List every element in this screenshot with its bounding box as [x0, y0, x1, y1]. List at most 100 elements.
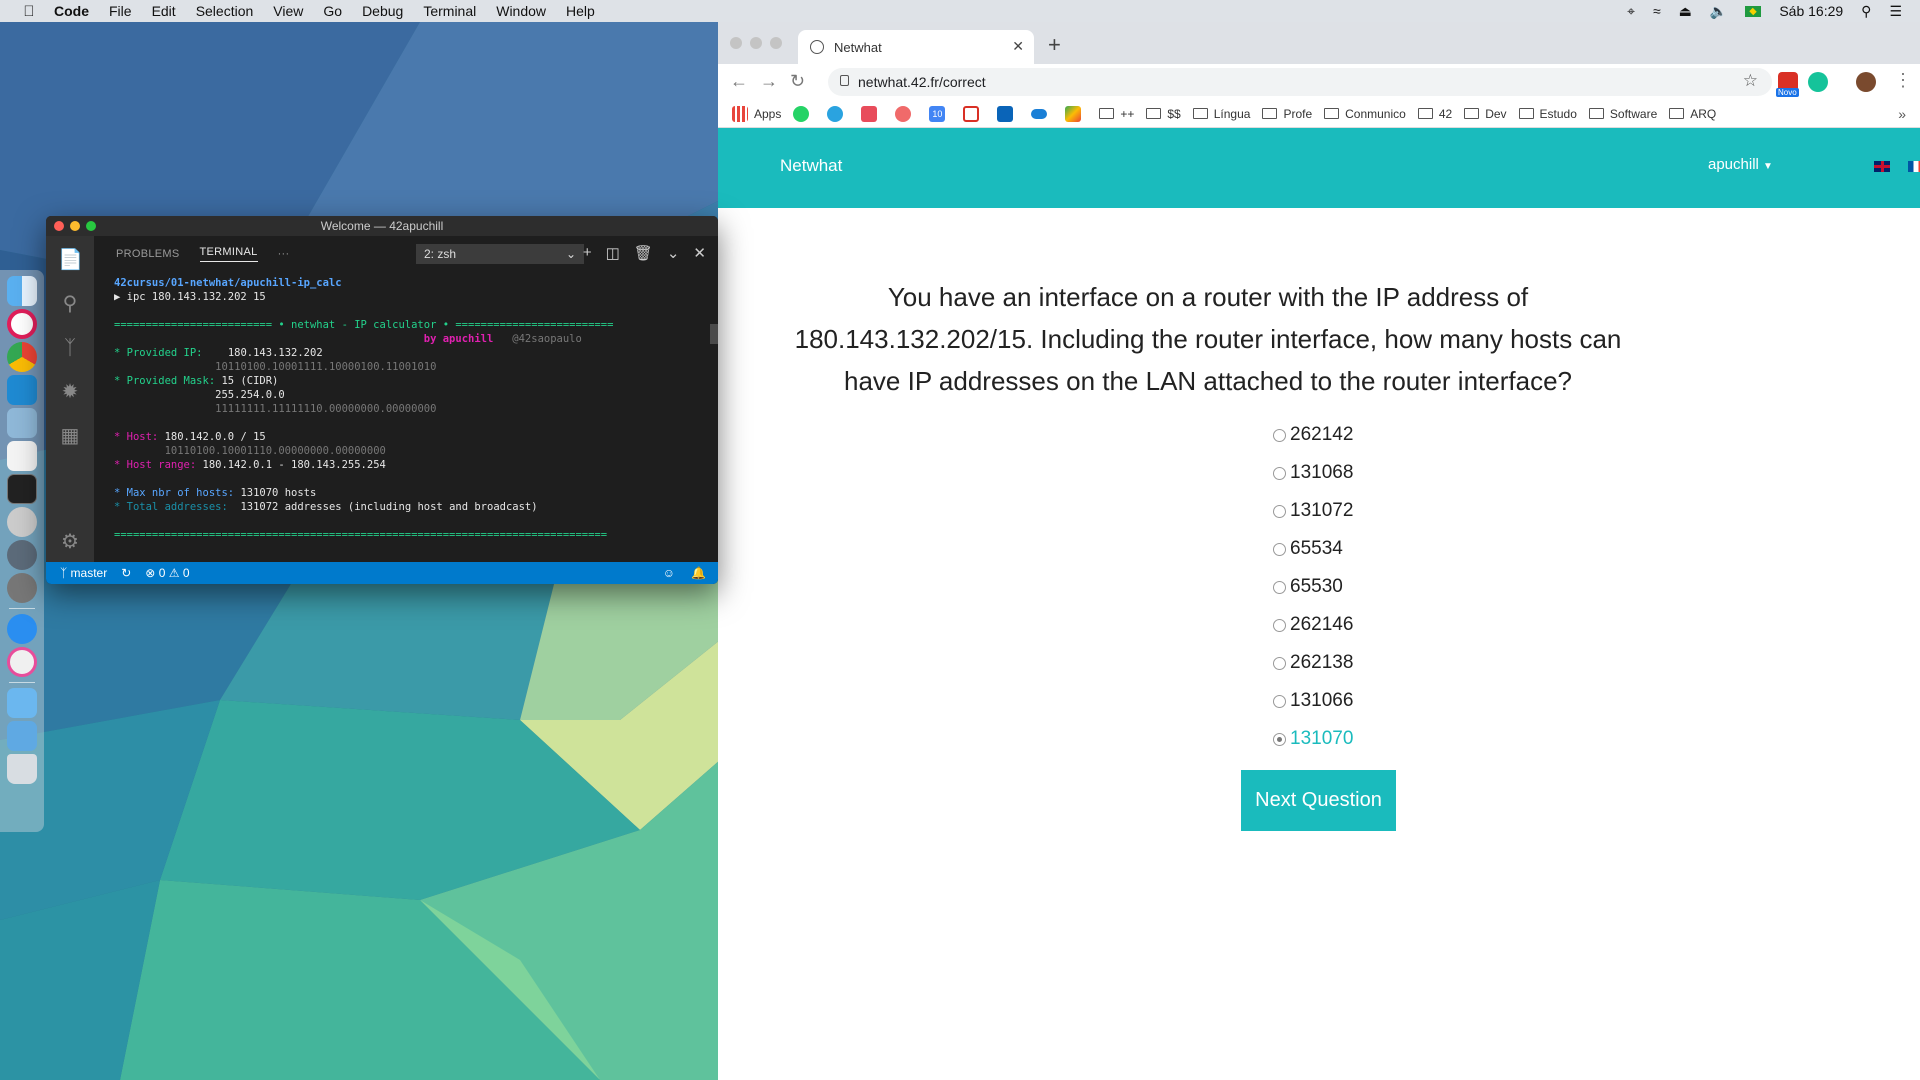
bookmark-gmail[interactable]: [963, 105, 985, 122]
terminal-scrollbar[interactable]: [710, 324, 718, 344]
chrome-icon[interactable]: [7, 342, 37, 372]
bookmark-play[interactable]: [1065, 105, 1087, 122]
menu-help[interactable]: Help: [566, 3, 595, 19]
bookmark-star-icon[interactable]: ☆: [1743, 71, 1758, 91]
preview-icon[interactable]: [7, 408, 37, 438]
bookmark-folder-dev[interactable]: Dev: [1464, 107, 1507, 121]
bookmark-folder-plusplus[interactable]: ++: [1099, 107, 1134, 121]
minimize-window-icon[interactable]: [750, 37, 762, 49]
trash-icon[interactable]: [7, 754, 37, 784]
source-control-icon[interactable]: ᛉ: [58, 336, 82, 360]
menu-edit[interactable]: Edit: [152, 3, 176, 19]
explorer-icon[interactable]: 📄: [58, 248, 83, 272]
bookmark-onedrive[interactable]: [1031, 108, 1053, 119]
menu-view[interactable]: View: [273, 3, 303, 19]
wifi-icon[interactable]: ≈: [1653, 3, 1661, 19]
close-window-icon[interactable]: [730, 37, 742, 49]
bookmark-folder-software[interactable]: Software: [1588, 107, 1657, 121]
finder-icon[interactable]: [7, 276, 37, 306]
menu-file[interactable]: File: [109, 3, 132, 19]
menu-app-name[interactable]: Code: [54, 3, 89, 19]
answer-radio[interactable]: [1273, 618, 1286, 632]
folder-icon[interactable]: [7, 688, 37, 718]
answer-radio[interactable]: [1273, 428, 1286, 442]
system-preferences-icon[interactable]: [7, 573, 37, 603]
forward-arrow-icon[interactable]: →: [760, 71, 778, 92]
bookmark-apps[interactable]: Apps: [732, 105, 781, 122]
answer-option[interactable]: 262138: [1273, 644, 1353, 682]
bookmark-whatsapp[interactable]: [793, 105, 815, 122]
bookmark-folder-profe[interactable]: Profe: [1262, 107, 1312, 121]
maximize-panel-icon[interactable]: ⌄: [667, 244, 680, 262]
tab-more[interactable]: ···: [278, 248, 290, 260]
network-icon[interactable]: ⌖: [1627, 3, 1635, 20]
answer-option[interactable]: 131068: [1273, 454, 1353, 492]
terminal-output[interactable]: 42cursus/01-netwhat/apuchill-ip_calc ▶ i…: [114, 276, 690, 542]
bookmark-folder-estudo[interactable]: Estudo: [1518, 107, 1577, 121]
maximize-window-icon[interactable]: [86, 221, 96, 231]
problems-status[interactable]: ⊗ 0 ⚠ 0: [145, 566, 189, 580]
bookmark-red-shield[interactable]: [861, 105, 883, 122]
sync-icon[interactable]: ↻: [121, 566, 131, 580]
answer-option[interactable]: 65534: [1273, 530, 1353, 568]
bookmark-folder-arq[interactable]: ARQ: [1669, 107, 1716, 121]
answer-radio[interactable]: [1273, 466, 1286, 480]
next-question-button[interactable]: Next Question: [1241, 770, 1396, 831]
safari-icon[interactable]: [7, 614, 37, 644]
bookmark-folder-dollars[interactable]: $$: [1146, 107, 1181, 121]
kill-terminal-icon[interactable]: 🗑: [634, 244, 653, 262]
launchpad-icon[interactable]: [7, 540, 37, 570]
manage-gear-icon[interactable]: ⚙: [58, 530, 82, 554]
answer-radio[interactable]: [1273, 542, 1286, 556]
menu-debug[interactable]: Debug: [362, 3, 403, 19]
menu-selection[interactable]: Selection: [196, 3, 254, 19]
search-icon[interactable]: ⚲: [58, 292, 82, 316]
answer-option[interactable]: 131072: [1273, 492, 1353, 530]
menu-go[interactable]: Go: [323, 3, 342, 19]
answer-radio[interactable]: [1273, 732, 1286, 746]
textedit-icon[interactable]: [7, 441, 37, 471]
folder-icon[interactable]: [7, 721, 37, 751]
back-arrow-icon[interactable]: ←: [730, 71, 748, 92]
flag-france-icon[interactable]: [1908, 161, 1920, 172]
eject-icon[interactable]: ⏏: [1679, 3, 1692, 20]
notifications-bell-icon[interactable]: 🔔: [691, 566, 706, 580]
branch-status[interactable]: ᛉ master: [60, 566, 107, 580]
address-bar[interactable]: netwhat.42.fr/correct ☆: [828, 68, 1772, 96]
close-panel-icon[interactable]: ✕: [693, 244, 706, 262]
itunes-icon[interactable]: [7, 647, 37, 677]
answer-option[interactable]: 131066: [1273, 682, 1353, 720]
bookmark-telegram[interactable]: [827, 105, 849, 122]
menu-clock[interactable]: Sáb 16:29: [1779, 3, 1843, 19]
grammarly-icon[interactable]: [1808, 72, 1828, 92]
reload-icon[interactable]: ↻: [790, 71, 805, 92]
tab-terminal[interactable]: TERMINAL: [199, 246, 258, 262]
tab-problems[interactable]: PROBLEMS: [116, 248, 180, 260]
debug-icon[interactable]: ✹: [58, 380, 82, 404]
volume-icon[interactable]: 🔈: [1710, 3, 1727, 20]
vscode-icon[interactable]: [7, 375, 37, 405]
answer-radio[interactable]: [1273, 580, 1286, 594]
bookmark-calendar[interactable]: 10: [929, 105, 951, 122]
new-terminal-icon[interactable]: +: [583, 244, 592, 262]
menu-terminal[interactable]: Terminal: [423, 3, 476, 19]
close-tab-icon[interactable]: ✕: [1012, 38, 1024, 55]
split-terminal-icon[interactable]: ◫: [606, 244, 620, 262]
answer-radio[interactable]: [1273, 694, 1286, 708]
input-source-flag-icon[interactable]: [1745, 5, 1762, 17]
answer-option[interactable]: 131070: [1273, 720, 1353, 758]
bookmark-folder-conmunico[interactable]: Conmunico: [1324, 107, 1406, 121]
answer-option[interactable]: 65530: [1273, 568, 1353, 606]
feedback-smiley-icon[interactable]: ☺: [663, 566, 675, 580]
terminal-select[interactable]: 2: zsh ⌄: [416, 244, 584, 264]
minimize-window-icon[interactable]: [70, 221, 80, 231]
bookmark-outlook[interactable]: [997, 105, 1019, 122]
close-window-icon[interactable]: [54, 221, 64, 231]
slack-icon[interactable]: [7, 309, 37, 339]
bookmark-folder-lingua[interactable]: Língua: [1192, 107, 1250, 121]
terminal-icon[interactable]: [7, 474, 37, 504]
extensions-icon[interactable]: ▦: [58, 424, 82, 448]
answer-option[interactable]: 262142: [1273, 416, 1353, 454]
flag-uk-icon[interactable]: [1874, 161, 1890, 172]
maximize-window-icon[interactable]: [770, 37, 782, 49]
